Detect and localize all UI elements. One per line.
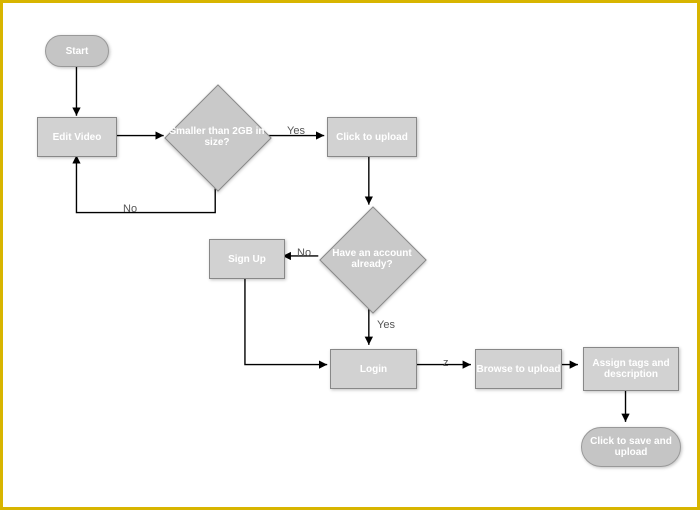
node-click-upload-label: Click to upload bbox=[336, 132, 408, 143]
flowchart-canvas: Start Edit Video Smaller than 2GB in siz… bbox=[17, 17, 683, 493]
node-browse-label: Browse to upload bbox=[477, 364, 561, 375]
node-login: Login bbox=[330, 349, 417, 389]
edge-size-no: No bbox=[123, 203, 137, 215]
node-edit-video-label: Edit Video bbox=[53, 132, 102, 143]
node-save: Click to save and upload bbox=[581, 427, 681, 467]
outer-frame: Start Edit Video Smaller than 2GB in siz… bbox=[0, 0, 700, 510]
edge-account-yes: Yes bbox=[377, 319, 395, 331]
node-click-upload: Click to upload bbox=[327, 117, 417, 157]
node-browse: Browse to upload bbox=[475, 349, 562, 389]
node-save-label: Click to save and upload bbox=[582, 436, 680, 458]
node-edit-video: Edit Video bbox=[37, 117, 117, 157]
node-have-account-label: Have an account already? bbox=[315, 248, 429, 271]
edge-account-no: No bbox=[297, 247, 311, 259]
edge-login-browse: z bbox=[443, 357, 449, 369]
node-size-check-label: Smaller than 2GB in size? bbox=[160, 126, 274, 149]
node-start-label: Start bbox=[66, 46, 89, 57]
node-assign-label: Assign tags and description bbox=[584, 358, 678, 380]
node-start: Start bbox=[45, 35, 109, 67]
node-sign-up: Sign Up bbox=[209, 239, 285, 279]
node-assign: Assign tags and description bbox=[583, 347, 679, 391]
node-have-account: Have an account already? bbox=[335, 222, 409, 296]
node-sign-up-label: Sign Up bbox=[228, 254, 266, 265]
node-login-label: Login bbox=[360, 364, 387, 375]
edge-size-yes: Yes bbox=[287, 125, 305, 137]
node-size-check: Smaller than 2GB in size? bbox=[180, 100, 254, 174]
